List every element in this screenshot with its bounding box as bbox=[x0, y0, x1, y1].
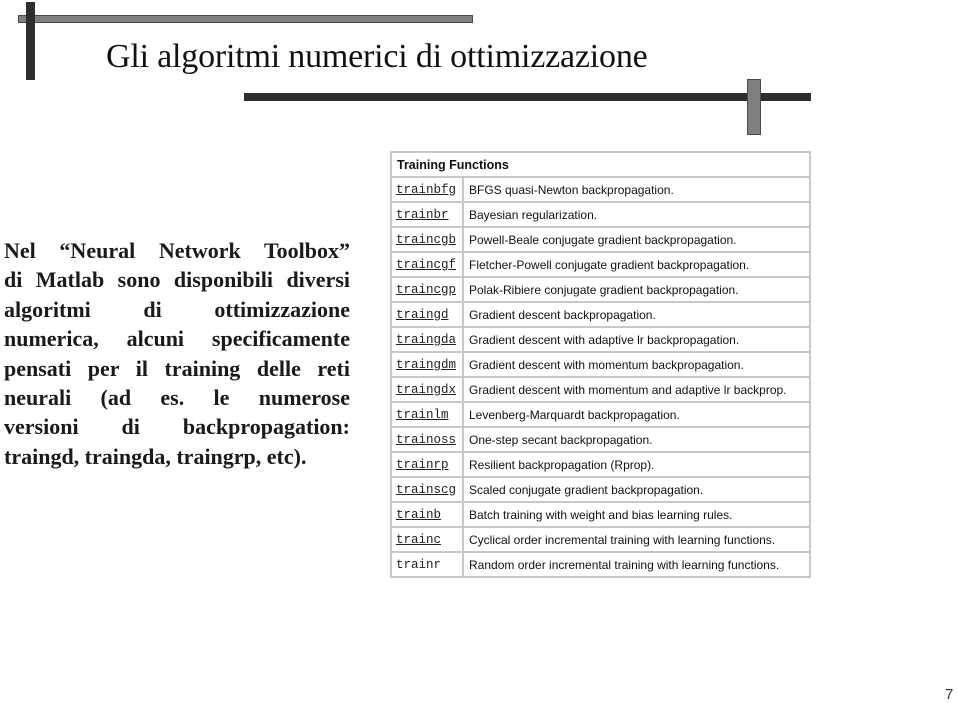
function-name-cell: trainc bbox=[390, 526, 464, 553]
function-link-traincgp[interactable]: traincgp bbox=[396, 283, 456, 297]
body-text-line: di Matlab sono disponibili diversi bbox=[4, 267, 350, 293]
function-name-cell: trainbr bbox=[390, 201, 464, 228]
function-description: Scaled conjugate gradient backpropagatio… bbox=[462, 476, 811, 503]
function-link-traingda[interactable]: traingda bbox=[396, 333, 456, 347]
function-description: Gradient descent backpropagation. bbox=[462, 301, 811, 328]
function-description: Resilient backpropagation (Rprop). bbox=[462, 451, 811, 478]
function-link-traingdm[interactable]: traingdm bbox=[396, 358, 456, 372]
function-name-cell: trainrp bbox=[390, 451, 464, 478]
function-link-trainrp[interactable]: trainrp bbox=[396, 458, 449, 472]
function-link-traincgf[interactable]: traincgf bbox=[396, 258, 456, 272]
function-description: Polak-Ribiere conjugate gradient backpro… bbox=[462, 276, 811, 303]
function-name-cell: traincgp bbox=[390, 276, 464, 303]
function-link-trainb[interactable]: trainb bbox=[396, 508, 441, 522]
table-row: trainc Cyclical order incremental trainin… bbox=[390, 526, 811, 553]
function-link-trainbfg[interactable]: trainbfg bbox=[396, 183, 456, 197]
function-name-cell: trainscg bbox=[390, 476, 464, 503]
function-name-cell: traingda bbox=[390, 326, 464, 353]
page-number: 7 bbox=[945, 686, 954, 703]
function-description: Gradient descent with momentum and adapt… bbox=[462, 376, 811, 403]
function-link-trainbr[interactable]: trainbr bbox=[396, 208, 449, 222]
function-description: Gradient descent with adaptive lr backpr… bbox=[462, 326, 811, 353]
function-link-traingdx[interactable]: traingdx bbox=[396, 383, 456, 397]
function-name-cell: trainb bbox=[390, 501, 464, 528]
table-header-row: Training Functions bbox=[390, 151, 811, 178]
table-row: trainr Random order incremental training … bbox=[390, 551, 811, 578]
table-row: traingdm Gradient descent with momentum b… bbox=[390, 351, 811, 378]
function-link-trainc[interactable]: trainc bbox=[396, 533, 441, 547]
function-name-cell: traingdx bbox=[390, 376, 464, 403]
function-name-cell: traingdm bbox=[390, 351, 464, 378]
training-functions-table: Training Functions trainbfg BFGS quasi-Ne… bbox=[390, 151, 811, 578]
body-text-line: pensati per il training delle reti bbox=[4, 355, 350, 381]
function-link-trainlm[interactable]: trainlm bbox=[396, 408, 449, 422]
function-description: Powell-Beale conjugate gradient backprop… bbox=[462, 226, 811, 253]
table-row: trainlm Levenberg-Marquardt backpropagati… bbox=[390, 401, 811, 428]
table-row: traingdx Gradient descent with momentum a… bbox=[390, 376, 811, 403]
function-description: One-step secant backpropagation. bbox=[462, 426, 811, 453]
function-name-cell: trainr bbox=[390, 551, 464, 578]
decorative-bar-bottom-vertical bbox=[747, 79, 761, 135]
table-header: Training Functions bbox=[390, 151, 811, 178]
body-text-line: traingd, traingda, traingrp, etc). bbox=[4, 443, 307, 469]
decorative-bar-top-vertical bbox=[26, 2, 35, 80]
body-text-line: neurali (ad es. le numerose bbox=[4, 385, 350, 411]
function-name-trainr: trainr bbox=[396, 557, 442, 572]
function-link-traincgb[interactable]: traincgb bbox=[396, 233, 456, 247]
table-row: traincgb Powell-Beale conjugate gradient … bbox=[390, 226, 811, 253]
function-name-cell: traingd bbox=[390, 301, 464, 328]
function-link-traingd[interactable]: traingd bbox=[396, 308, 449, 322]
body-text-line: algoritmi di ottimizzazione bbox=[4, 296, 350, 322]
decorative-bar-bottom-horizontal bbox=[244, 93, 811, 101]
function-description: Gradient descent with momentum backpropa… bbox=[462, 351, 811, 378]
function-description: Random order incremental training with l… bbox=[462, 551, 811, 578]
slide-title: Gli algoritmi numerici di ottimizzazione bbox=[106, 38, 648, 75]
table-row: trainbr Bayesian regularization. bbox=[390, 201, 811, 228]
function-description: BFGS quasi-Newton backpropagation. bbox=[462, 176, 811, 203]
table-row: trainrp Resilient backpropagation (Rprop)… bbox=[390, 451, 811, 478]
function-description: Batch training with weight and bias lear… bbox=[462, 501, 811, 528]
function-description: Fletcher-Powell conjugate gradient backp… bbox=[462, 251, 811, 278]
body-text-line: Nel “Neural Network Toolbox” bbox=[4, 238, 350, 263]
decorative-bar-top-horizontal bbox=[18, 15, 473, 23]
table-row: trainscg Scaled conjugate gradient backpr… bbox=[390, 476, 811, 503]
body-text-line: numerica, alcuni specificamente bbox=[4, 326, 350, 352]
table-row: traincgp Polak-Ribiere conjugate gradient… bbox=[390, 276, 811, 303]
function-name-cell: trainoss bbox=[390, 426, 464, 453]
function-name-cell: traincgb bbox=[390, 226, 464, 253]
table-row: trainbfg BFGS quasi-Newton backpropagatio… bbox=[390, 176, 811, 203]
function-description: Levenberg-Marquardt backpropagation. bbox=[462, 401, 811, 428]
table-row: traingd Gradient descent backpropagation. bbox=[390, 301, 811, 328]
function-name-cell: traincgf bbox=[390, 251, 464, 278]
table-row: traingda Gradient descent with adaptive l… bbox=[390, 326, 811, 353]
function-link-trainoss[interactable]: trainoss bbox=[396, 433, 456, 447]
function-description: Cyclical order incremental training with… bbox=[462, 526, 811, 553]
table-row: trainb Batch training with weight and bia… bbox=[390, 501, 811, 528]
function-link-trainscg[interactable]: trainscg bbox=[396, 483, 456, 497]
function-name-cell: trainlm bbox=[390, 401, 464, 428]
table-row: trainoss One-step secant backpropagation. bbox=[390, 426, 811, 453]
body-text-line: versioni di backpropagation: bbox=[4, 414, 350, 440]
function-description: Bayesian regularization. bbox=[462, 201, 811, 228]
table-row: traincgf Fletcher-Powell conjugate gradie… bbox=[390, 251, 811, 278]
body-paragraph: Nel “Neural Network Toolbox” di Matlab so… bbox=[4, 236, 350, 471]
function-name-cell: trainbfg bbox=[390, 176, 464, 203]
